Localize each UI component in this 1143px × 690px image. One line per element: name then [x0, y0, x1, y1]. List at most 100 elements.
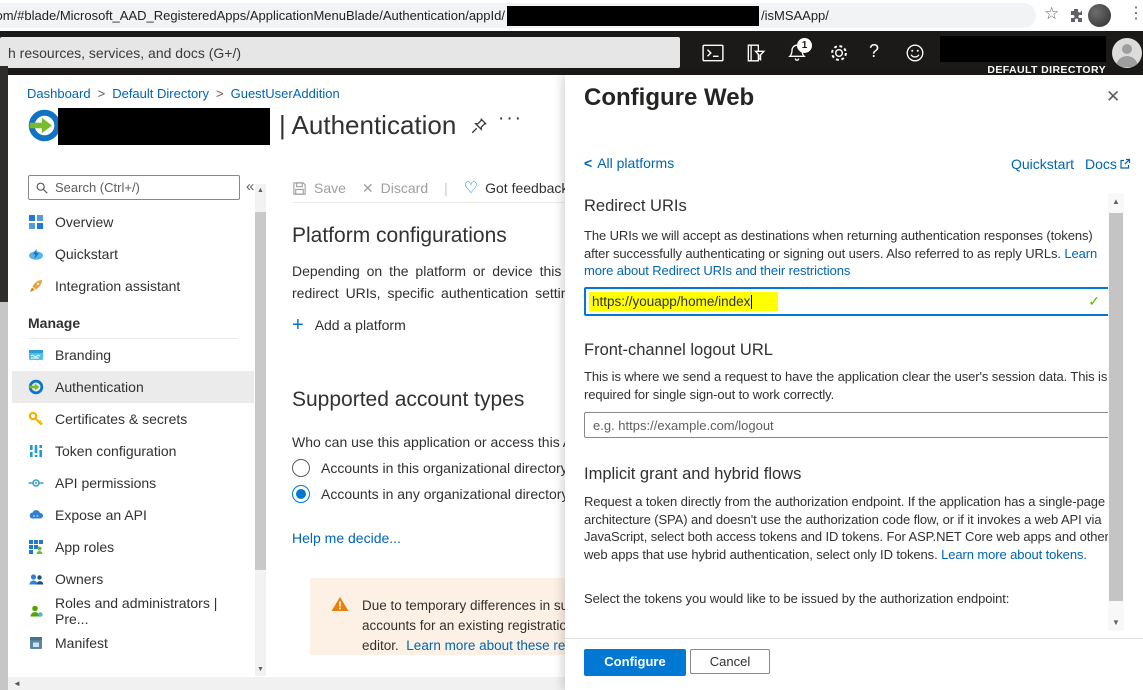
scroll-down-icon[interactable]: ▼ [1108, 618, 1124, 627]
quickstart-link[interactable]: Quickstart [1011, 156, 1074, 172]
scroll-left-icon[interactable]: ◄ [13, 679, 21, 688]
sidebar-item-overview[interactable]: Overview [12, 206, 254, 238]
add-platform-button[interactable]: + Add a platform [292, 316, 406, 334]
sidebar-item-label: App roles [55, 539, 114, 555]
redacted-app-id [507, 6, 759, 26]
app-roles-icon [28, 539, 44, 555]
app-registration-icon [27, 108, 62, 143]
panel-title: Configure Web [584, 84, 754, 112]
directory-filter-icon[interactable] [744, 43, 766, 63]
account-avatar[interactable] [1112, 38, 1142, 68]
breadcrumb-dashboard[interactable]: Dashboard [27, 86, 91, 101]
sidebar-scrollbar[interactable]: ▲ ▼ [255, 184, 266, 676]
all-platforms-back-link[interactable]: <All platforms [584, 155, 674, 171]
sidebar-item-api-permissions[interactable]: API permissions [12, 467, 254, 499]
implicit-grant-desc: Request a token directly from the author… [584, 493, 1112, 563]
text-caret [751, 295, 752, 309]
sidebar-item-certificates-secrets[interactable]: Certificates & secrets [12, 403, 254, 435]
breadcrumb-app[interactable]: GuestUserAddition [231, 86, 340, 101]
branding-icon [28, 347, 44, 363]
browser-menu-icon[interactable]: ⋮ [1128, 3, 1143, 23]
feedback-smiley-icon[interactable] [904, 43, 926, 63]
scroll-up-icon[interactable]: ▲ [1108, 197, 1124, 206]
radio-label: Accounts in this organizational director… [321, 460, 579, 476]
extensions-puzzle-icon[interactable] [1068, 7, 1084, 23]
discard-x-icon: ✕ [362, 180, 374, 197]
sidebar-item-branding[interactable]: Branding [12, 339, 254, 371]
global-search-input[interactable] [0, 37, 680, 68]
sidebar-item-label: Roles and administrators | Pre... [55, 595, 254, 627]
save-button[interactable]: Save [292, 180, 346, 196]
sidebar-collapse-button[interactable]: « [246, 178, 254, 195]
redirect-uris-heading: Redirect URIs [584, 197, 687, 216]
sidebar-item-label: Token configuration [55, 443, 176, 459]
pin-icon[interactable] [470, 117, 488, 135]
platform-configurations-desc: Depending on the platform or device this… [292, 260, 602, 304]
plus-icon: + [292, 316, 304, 334]
sidebar-search[interactable] [28, 175, 240, 200]
configure-button[interactable]: Configure [584, 649, 686, 676]
sidebar-item-owners[interactable]: Owners [12, 563, 254, 595]
front-channel-desc: This is where we send a request to have … [584, 368, 1112, 403]
configure-web-panel: Configure Web ✕ <All platforms Quickstar… [565, 75, 1143, 690]
scroll-down-icon[interactable]: ▼ [255, 666, 266, 673]
scroll-up-icon[interactable]: ▲ [255, 187, 266, 194]
scrollbar-thumb[interactable] [1109, 213, 1123, 601]
panel-scrollbar[interactable]: ▲ ▼ [1108, 193, 1124, 631]
breadcrumb-directory[interactable]: Default Directory [112, 86, 209, 101]
logout-url-input[interactable] [584, 412, 1111, 438]
sidebar-search-input[interactable] [49, 179, 239, 196]
radio-circle-icon[interactable] [292, 459, 310, 477]
sidebar-item-token-configuration[interactable]: Token configuration [12, 435, 254, 467]
more-options-icon[interactable]: ··· [498, 108, 523, 130]
front-channel-heading: Front-channel logout URL [584, 341, 773, 360]
cloud-shell-icon[interactable] [702, 43, 724, 63]
help-icon[interactable]: ? [869, 41, 879, 62]
add-platform-label: Add a platform [315, 317, 406, 333]
url-suffix: /isMSAApp/ [761, 8, 829, 23]
docs-link[interactable]: Docs [1085, 156, 1131, 172]
roles-admin-icon [28, 603, 44, 619]
breadcrumb: Dashboard > Default Directory > GuestUse… [27, 86, 340, 101]
radio-this-directory[interactable]: Accounts in this organizational director… [292, 459, 579, 477]
save-disk-icon [292, 181, 307, 196]
rocket-icon [28, 278, 44, 294]
implicit-grant-heading: Implicit grant and hybrid flows [584, 465, 801, 484]
sidebar-item-expose-api[interactable]: Expose an API [12, 499, 254, 531]
warning-triangle-icon [331, 596, 349, 612]
left-edge-dark [0, 66, 8, 302]
radio-selected-icon[interactable] [292, 485, 310, 503]
browser-profile-avatar[interactable] [1088, 4, 1111, 27]
discard-button[interactable]: ✕ Discard [362, 180, 428, 197]
sidebar-item-manifest[interactable]: Manifest [12, 627, 254, 659]
redirect-uri-input[interactable]: https://youapp/home/index ✓ [584, 287, 1111, 316]
browser-address-bar[interactable]: com/#blade/Microsoft_AAD_RegisteredApps/… [0, 3, 1036, 28]
sidebar-item-integration-assistant[interactable]: Integration assistant [12, 270, 254, 302]
feedback-button[interactable]: ♡ Got feedback [464, 178, 569, 198]
authentication-icon [28, 379, 44, 395]
desc-line: redirect URIs, specific authentication s… [292, 282, 602, 304]
radio-any-directory[interactable]: Accounts in any organizational directory… [292, 485, 586, 503]
person-icon [1112, 38, 1142, 68]
sidebar-item-roles-administrators[interactable]: Roles and administrators | Pre... [12, 595, 254, 627]
sidebar-item-label: Branding [55, 347, 111, 363]
scrollbar-thumb[interactable] [255, 212, 266, 570]
toolbar-divider: | [444, 180, 448, 196]
sidebar-item-authentication[interactable]: Authentication [12, 371, 254, 403]
help-me-decide-link[interactable]: Help me decide... [292, 530, 401, 546]
sidebar-nav: Overview Quickstart Integration assistan… [12, 206, 254, 659]
sidebar-item-label: Overview [55, 214, 113, 230]
sidebar-item-app-roles[interactable]: App roles [12, 531, 254, 563]
manifest-icon [28, 635, 44, 651]
cancel-button[interactable]: Cancel [690, 649, 770, 674]
horizontal-scrollbar[interactable]: ◄ [8, 677, 565, 690]
close-icon[interactable]: ✕ [1106, 87, 1120, 107]
bookmark-star-icon[interactable]: ☆ [1044, 4, 1059, 24]
select-tokens-label: Select the tokens you would like to be i… [584, 590, 1112, 608]
chevron-left-icon: < [584, 155, 592, 171]
settings-gear-icon[interactable] [828, 43, 850, 63]
tokens-learn-more-link[interactable]: Learn more about tokens. [941, 547, 1087, 562]
sidebar-item-quickstart[interactable]: Quickstart [12, 238, 254, 270]
desc-line: Depending on the platform or device this… [292, 260, 602, 282]
notification-badge: 1 [797, 38, 812, 53]
